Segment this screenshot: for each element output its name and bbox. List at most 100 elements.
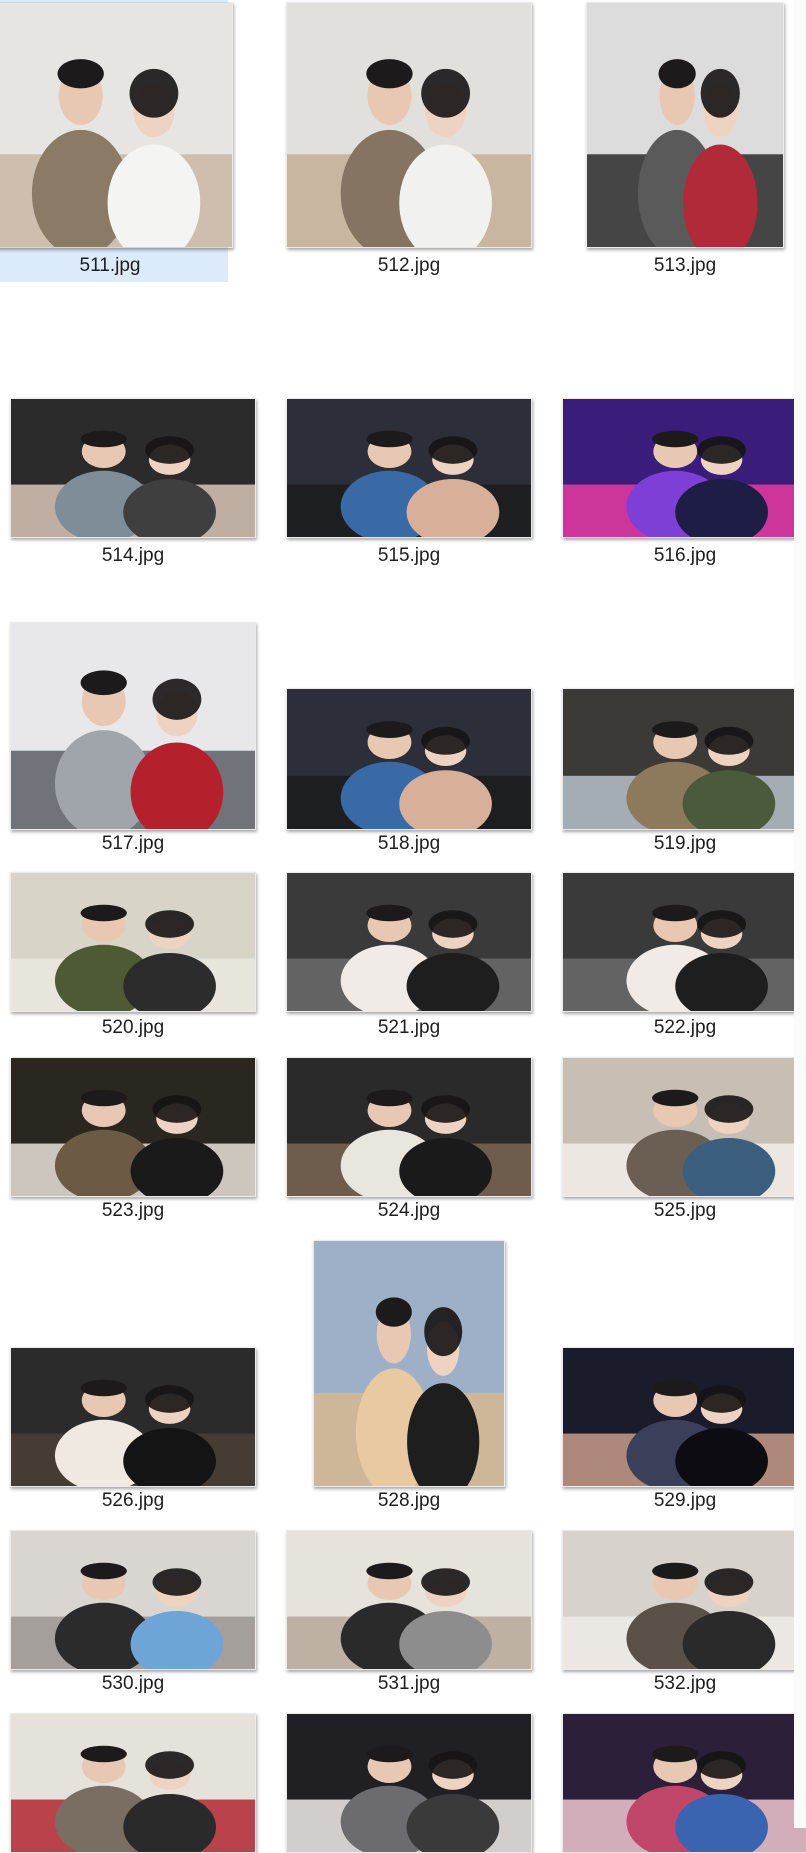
photo-second-subject-hair — [424, 1307, 463, 1357]
photo-second-subject-hair — [145, 1385, 194, 1413]
file-tile[interactable]: 512.jpg — [276, 0, 542, 282]
file-name-label[interactable]: 530.jpg — [0, 1673, 266, 1695]
file-name-label[interactable]: 531.jpg — [276, 1673, 542, 1695]
file-thumbnail[interactable] — [10, 872, 256, 1012]
photo-second-subject-hair — [700, 68, 740, 118]
file-thumbnail[interactable] — [286, 1057, 532, 1197]
file-name-label[interactable]: 520.jpg — [0, 1017, 266, 1039]
photo-second-subject-hair — [152, 1095, 202, 1123]
file-thumbnail[interactable] — [10, 622, 256, 830]
file-tile[interactable]: 511.jpg — [0, 0, 233, 282]
photo-subject-hair — [366, 1745, 413, 1763]
file-tile[interactable]: 529.jpg — [552, 1230, 806, 1520]
photo-second-subject-hair — [428, 910, 478, 938]
file-thumbnail[interactable] — [562, 872, 806, 1012]
file-tile[interactable]: 524.jpg — [276, 1050, 542, 1230]
file-name-label[interactable]: 519.jpg — [552, 833, 806, 855]
file-tile[interactable]: 514.jpg — [0, 390, 266, 580]
photo-second-subject-hair — [145, 1751, 194, 1779]
photo-subject-hair — [366, 1089, 413, 1107]
file-name-label[interactable]: 511.jpg — [0, 255, 220, 277]
file-tile[interactable]: 519.jpg — [552, 610, 806, 860]
file-name-label[interactable]: 521.jpg — [276, 1017, 542, 1039]
photo-preview — [287, 3, 531, 247]
file-name-label[interactable]: 518.jpg — [276, 833, 542, 855]
file-name-label[interactable]: 513.jpg — [552, 255, 806, 277]
file-tile[interactable]: 525.jpg — [552, 1050, 806, 1230]
file-name-label[interactable]: 512.jpg — [276, 255, 542, 277]
file-tile[interactable]: 528.jpg — [276, 1230, 542, 1520]
photo-second-subject-hair — [704, 726, 754, 755]
file-name-label[interactable]: 524.jpg — [276, 1200, 542, 1222]
file-name-label[interactable]: 532.jpg — [552, 1673, 806, 1695]
file-thumbnail[interactable] — [562, 1713, 806, 1853]
photo-subject-hair — [652, 1089, 699, 1107]
photo-subject-hair — [80, 1745, 127, 1763]
file-tile[interactable]: 530.jpg — [0, 1520, 266, 1700]
right-edge-scroll-region[interactable] — [794, 0, 806, 1828]
file-thumbnail[interactable] — [313, 1240, 505, 1487]
file-thumbnail[interactable] — [10, 398, 256, 538]
file-thumbnail[interactable] — [0, 2, 233, 248]
file-thumbnail[interactable] — [286, 872, 532, 1012]
photo-preview — [11, 1058, 255, 1196]
photo-second-subject-hair — [129, 68, 179, 118]
file-name-label[interactable]: 528.jpg — [276, 1490, 542, 1512]
file-tile[interactable]: 523.jpg — [0, 1050, 266, 1230]
file-name-label[interactable]: 526.jpg — [0, 1490, 266, 1512]
file-tile[interactable]: 532.jpg — [552, 1520, 806, 1700]
photo-second-subject-hair — [697, 1751, 746, 1779]
file-name-label[interactable]: 522.jpg — [552, 1017, 806, 1039]
file-name-label[interactable]: 517.jpg — [0, 833, 266, 855]
file-tile[interactable]: 520.jpg — [0, 870, 266, 1050]
photo-second-subject-hair — [145, 910, 194, 938]
file-thumbnail[interactable] — [586, 2, 784, 248]
photo-preview — [563, 1348, 806, 1486]
photo-preview — [0, 3, 232, 247]
file-name-label[interactable]: 516.jpg — [552, 545, 806, 567]
file-name-label[interactable]: 514.jpg — [0, 545, 266, 567]
photo-preview — [11, 1348, 255, 1486]
photo-second-subject-hair — [428, 1751, 478, 1779]
file-tile[interactable]: 518.jpg — [276, 610, 542, 860]
file-thumbnail[interactable] — [562, 1057, 806, 1197]
file-thumbnail[interactable] — [562, 688, 806, 830]
file-thumbnail[interactable] — [10, 1530, 256, 1670]
file-tile[interactable]: 522.jpg — [552, 870, 806, 1050]
file-tile[interactable]: 531.jpg — [276, 1520, 542, 1700]
file-name-label[interactable]: 529.jpg — [552, 1490, 806, 1512]
file-thumbnail[interactable] — [286, 1530, 532, 1670]
file-thumbnail[interactable] — [286, 1713, 532, 1853]
file-tile[interactable] — [276, 1700, 542, 1853]
photo-second-subject-hair — [697, 1385, 746, 1413]
photo-second-subject-hair — [421, 1095, 470, 1123]
file-thumbnail[interactable] — [562, 1347, 806, 1487]
file-tile[interactable]: 521.jpg — [276, 870, 542, 1050]
photo-second-subject-hair — [152, 1568, 202, 1596]
file-thumbnail[interactable] — [286, 398, 532, 538]
file-name-label[interactable]: 523.jpg — [0, 1200, 266, 1222]
file-tile[interactable]: 515.jpg — [276, 390, 542, 580]
file-thumbnail[interactable] — [562, 398, 806, 538]
file-tile[interactable]: 516.jpg — [552, 390, 806, 580]
file-tile[interactable]: 517.jpg — [0, 610, 266, 860]
file-thumbnail[interactable] — [10, 1347, 256, 1487]
file-name-label[interactable]: 515.jpg — [276, 545, 542, 567]
file-thumbnail[interactable] — [286, 2, 532, 248]
file-tile[interactable]: 513.jpg — [552, 0, 806, 282]
file-thumbnail[interactable] — [10, 1713, 256, 1853]
photo-subject-hair — [366, 904, 413, 922]
photo-second-subject-hair — [704, 1568, 754, 1596]
photo-preview — [563, 689, 806, 829]
file-tile[interactable]: 526.jpg — [0, 1230, 266, 1520]
file-thumbnail[interactable] — [10, 1057, 256, 1197]
photo-preview — [563, 1058, 806, 1196]
file-tile[interactable] — [0, 1700, 266, 1853]
photo-subject-hair — [80, 670, 127, 696]
file-tile[interactable] — [552, 1700, 806, 1853]
file-thumbnail[interactable] — [286, 688, 532, 830]
photo-subject-hair — [652, 1562, 699, 1580]
file-name-label[interactable]: 525.jpg — [552, 1200, 806, 1222]
photo-second-subject-hair — [145, 436, 194, 464]
file-thumbnail[interactable] — [562, 1530, 806, 1670]
